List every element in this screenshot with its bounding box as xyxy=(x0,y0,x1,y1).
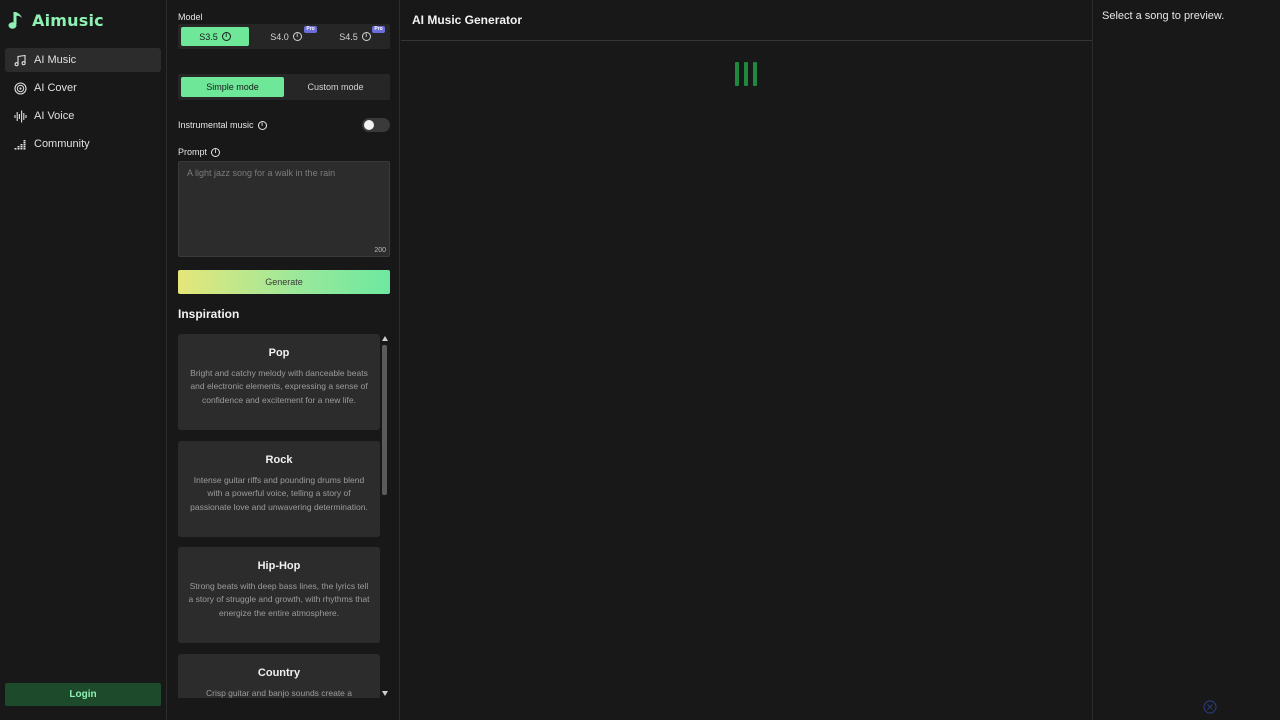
info-icon[interactable]: i xyxy=(211,147,221,157)
music-note-icon xyxy=(14,54,27,67)
sidebar-item-label: AI Cover xyxy=(34,82,77,94)
prompt-char-counter: 200 xyxy=(374,247,386,254)
main-header: AI Music Generator xyxy=(401,0,1092,41)
preview-empty-text: Select a song to preview. xyxy=(1102,10,1225,22)
info-icon[interactable]: i xyxy=(361,32,371,41)
generator-form: Model S3.5 i S4.0 i Pro S4.5 i Pro Simpl… xyxy=(168,0,400,720)
card-title: Rock xyxy=(265,454,293,466)
card-description: Crisp guitar and banjo sounds create a xyxy=(205,688,352,698)
generate-button[interactable]: Generate xyxy=(178,270,390,294)
sidebar-nav: AI Music AI Cover AI Voice Community xyxy=(5,48,161,160)
loading-bars-icon xyxy=(735,62,761,86)
model-option-label: S4.0 xyxy=(270,31,289,42)
loader-bar xyxy=(744,62,748,86)
scroll-up-arrow-icon[interactable] xyxy=(382,336,388,341)
card-description: Intense guitar riffs and pounding drums … xyxy=(190,475,368,512)
inspiration-card-pop[interactable]: Pop Bright and catchy melody with dancea… xyxy=(178,334,380,430)
inspiration-card-hip-hop[interactable]: Hip-Hop Strong beats with deep bass line… xyxy=(178,547,380,643)
scroll-down-arrow-icon[interactable] xyxy=(382,691,388,696)
music-note-logo-icon xyxy=(8,12,22,29)
model-label-text: Model xyxy=(178,12,203,22)
preview-panel: Select a song to preview. xyxy=(1094,0,1280,720)
toggle-knob xyxy=(364,120,374,130)
sidebar-item-ai-cover[interactable]: AI Cover xyxy=(5,76,161,100)
inspiration-list: Pop Bright and catchy melody with dancea… xyxy=(178,334,380,698)
instrumental-label: Instrumental music i xyxy=(178,120,267,130)
model-option-s45[interactable]: S4.5 i Pro xyxy=(323,26,387,46)
loader-bar xyxy=(735,62,739,86)
inspiration-scrollbar[interactable] xyxy=(380,334,390,698)
model-option-label: S3.5 xyxy=(199,31,218,42)
main-panel: AI Music Generator xyxy=(401,0,1093,720)
pro-badge: Pro xyxy=(304,26,317,33)
waveform-icon xyxy=(14,110,27,123)
sidebar-item-ai-music[interactable]: AI Music xyxy=(5,48,161,72)
prompt-label: Prompt i xyxy=(178,147,221,157)
info-icon[interactable]: i xyxy=(292,32,302,41)
model-selector: S3.5 i S4.0 i Pro S4.5 i Pro xyxy=(178,24,390,49)
model-option-s40[interactable]: S4.0 i Pro xyxy=(253,26,319,46)
prompt-box: 200 xyxy=(178,161,390,257)
inspiration-card-rock[interactable]: Rock Intense guitar riffs and pounding d… xyxy=(178,441,380,537)
scrollbar-thumb[interactable] xyxy=(382,345,387,495)
model-option-s35[interactable]: S3.5 i xyxy=(181,27,249,46)
instrumental-toggle[interactable] xyxy=(362,118,390,132)
custom-mode-tab[interactable]: Custom mode xyxy=(284,77,387,97)
inspiration-card-country[interactable]: Country Crisp guitar and banjo sounds cr… xyxy=(178,654,380,698)
prompt-label-text: Prompt xyxy=(178,147,208,157)
sidebar-item-ai-voice[interactable]: AI Voice xyxy=(5,104,161,128)
sidebar-item-label: AI Voice xyxy=(34,110,75,122)
logo[interactable]: Aimusic xyxy=(8,9,104,31)
info-icon[interactable]: i xyxy=(257,120,267,130)
card-description: Bright and catchy melody with danceable … xyxy=(190,368,368,405)
sidebar-item-community[interactable]: Community xyxy=(5,132,161,156)
sidebar-item-label: AI Music xyxy=(34,54,77,66)
vinyl-icon xyxy=(14,81,27,95)
sidebar-item-label: Community xyxy=(34,138,90,150)
card-title: Pop xyxy=(268,347,290,359)
login-button[interactable]: Login xyxy=(5,683,161,706)
card-description: Strong beats with deep bass lines, the l… xyxy=(188,581,370,618)
model-option-label: S4.5 xyxy=(339,31,358,42)
card-title: Country xyxy=(257,667,301,679)
page-title: AI Music Generator xyxy=(412,13,523,27)
loader-bar xyxy=(753,62,757,86)
instrumental-label-text: Instrumental music xyxy=(178,120,254,130)
card-title: Hip-Hop xyxy=(257,560,301,572)
help-widget-icon[interactable] xyxy=(1203,700,1217,714)
equalizer-icon xyxy=(14,138,27,151)
pro-badge: Pro xyxy=(372,26,385,33)
info-icon[interactable]: i xyxy=(221,32,231,41)
logo-text: Aimusic xyxy=(32,10,104,30)
mode-selector: Simple mode Custom mode xyxy=(178,74,390,100)
prompt-input[interactable] xyxy=(179,162,389,256)
simple-mode-tab[interactable]: Simple mode xyxy=(181,77,284,97)
sidebar: Aimusic AI Music AI Cover AI Voice Commu… xyxy=(0,0,167,720)
model-label: Model xyxy=(178,12,203,22)
inspiration-title: Inspiration xyxy=(178,307,240,321)
